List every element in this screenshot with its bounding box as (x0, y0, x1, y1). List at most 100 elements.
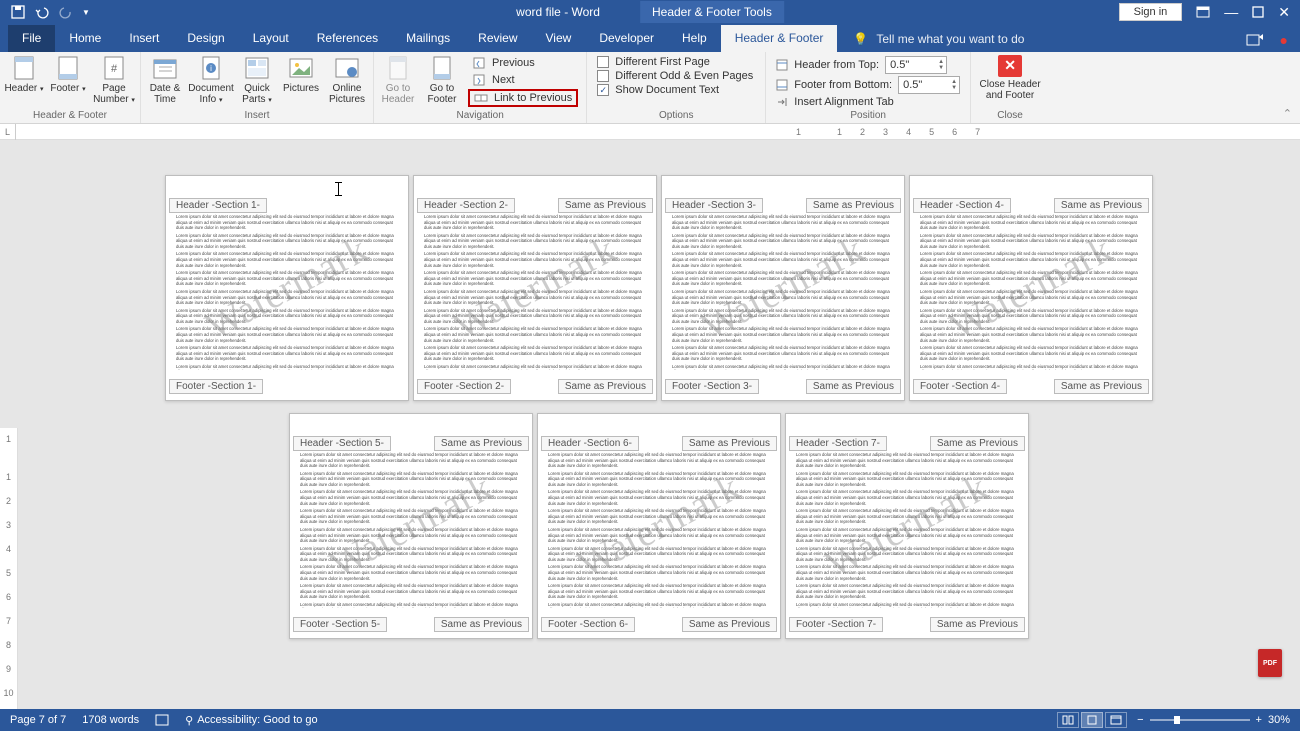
accessibility-status[interactable]: ⚲Accessibility: Good to go (185, 714, 318, 727)
online-pictures-button[interactable]: Online Pictures (323, 53, 371, 105)
header-button[interactable]: Header ▾ (2, 53, 46, 94)
goto-header-button[interactable]: Go to Header (376, 53, 420, 105)
group-insert: Date & Time iDocument Info ▾ Quick Parts… (141, 52, 374, 123)
tab-references[interactable]: References (303, 25, 392, 52)
context-tool-label: Header & Footer Tools (640, 1, 784, 23)
zoom-in-icon[interactable]: + (1256, 714, 1262, 726)
group-label: Header & Footer (2, 110, 138, 122)
document-info-button[interactable]: iDocument Info ▾ (187, 53, 235, 105)
vertical-ruler[interactable]: 112345678910 (0, 428, 18, 709)
zoom-control[interactable]: − + 30% (1137, 714, 1290, 726)
different-first-page-checkbox[interactable]: Different First Page (597, 56, 753, 68)
footer-section-tag: Footer -Section 1- (169, 379, 263, 394)
same-as-previous-tag: Same as Previous (558, 198, 653, 213)
sign-in-button[interactable]: Sign in (1119, 3, 1183, 21)
lightbulb-icon: 💡 (853, 32, 868, 46)
tab-header-footer[interactable]: Header & Footer (721, 25, 838, 52)
page-thumbnail[interactable]: Header -Section 1- Lorem ipsum dolor sit… (165, 175, 409, 401)
tab-review[interactable]: Review (464, 25, 531, 52)
word-count[interactable]: 1708 words (82, 714, 139, 726)
redo-icon[interactable] (58, 4, 74, 20)
share-icon[interactable] (1246, 32, 1264, 48)
tab-selector[interactable]: L (0, 124, 16, 140)
tell-me-search[interactable]: 💡 Tell me what you want to do (853, 32, 1024, 52)
save-icon[interactable] (10, 4, 26, 20)
show-document-text-checkbox[interactable]: ✓Show Document Text (597, 84, 753, 96)
tab-insert[interactable]: Insert (115, 25, 173, 52)
tab-file[interactable]: File (8, 25, 55, 52)
ruler-top-icon (776, 59, 788, 71)
footer-from-bottom-label: Footer from Bottom: (794, 79, 892, 91)
header-section-tag: Header -Section 3- (665, 198, 763, 213)
language-icon[interactable] (155, 714, 169, 726)
group-label: Position (768, 110, 968, 122)
zoom-slider[interactable] (1150, 719, 1250, 721)
quick-access-toolbar: ▼ (0, 4, 90, 20)
title-bar: ▼ word file - Word Header & Footer Tools… (0, 0, 1300, 24)
footer-button[interactable]: Footer ▾ (46, 53, 90, 94)
group-navigation: Go to Header Go to Footer Previous Next … (374, 52, 587, 123)
tab-help[interactable]: Help (668, 25, 721, 52)
spinner-icon[interactable]: ▲▼ (951, 79, 957, 91)
date-time-button[interactable]: Date & Time (143, 53, 187, 105)
web-layout-icon[interactable] (1105, 712, 1127, 728)
different-odd-even-checkbox[interactable]: Different Odd & Even Pages (597, 70, 753, 82)
document-info-icon: i (197, 55, 225, 81)
pictures-icon (287, 55, 315, 81)
horizontal-ruler[interactable]: L 11234567 (0, 124, 1300, 140)
tab-design[interactable]: Design (173, 25, 238, 52)
tab-view[interactable]: View (532, 25, 586, 52)
undo-icon[interactable] (34, 4, 50, 20)
view-buttons (1057, 712, 1127, 728)
close-icon[interactable]: ✕ (1278, 4, 1290, 21)
pictures-button[interactable]: Pictures (279, 53, 323, 94)
read-mode-icon[interactable] (1057, 712, 1079, 728)
page-thumbnail[interactable]: Header -Section 5-Same as Previous Lorem… (289, 413, 533, 639)
ribbon-display-icon[interactable] (1196, 6, 1210, 18)
pdf-badge-icon[interactable]: PDF (1258, 649, 1282, 677)
footer-strip: Footer -Section 7-Same as Previous (789, 617, 1025, 632)
header-from-top-input[interactable]: 0.5"▲▼ (885, 56, 947, 74)
header-strip: Header -Section 7-Same as Previous (789, 436, 1025, 451)
quick-parts-button[interactable]: Quick Parts ▾ (235, 53, 279, 105)
insert-alignment-tab-button[interactable]: Insert Alignment Tab (776, 96, 960, 108)
goto-footer-button[interactable]: Go to Footer (420, 53, 464, 105)
zoom-out-icon[interactable]: − (1137, 714, 1143, 726)
page-indicator[interactable]: Page 7 of 7 (10, 714, 66, 726)
link-to-previous-button[interactable]: Link to Previous (468, 89, 578, 107)
header-section-tag: Header -Section 1- (169, 198, 267, 213)
close-header-footer-button[interactable]: ✕ Close Header and Footer (973, 53, 1047, 101)
same-as-previous-tag: Same as Previous (806, 198, 901, 213)
same-as-previous-tag: Same as Previous (434, 617, 529, 632)
comments-icon[interactable]: ● (1280, 32, 1288, 48)
spinner-icon[interactable]: ▲▼ (938, 59, 944, 71)
print-layout-icon[interactable] (1081, 712, 1103, 728)
maximize-icon[interactable] (1252, 6, 1264, 18)
same-as-previous-tag: Same as Previous (930, 436, 1025, 451)
tab-layout[interactable]: Layout (239, 25, 303, 52)
goto-footer-icon (428, 55, 456, 81)
page-thumbnail[interactable]: Header -Section 7-Same as Previous Lorem… (785, 413, 1029, 639)
page-thumbnail[interactable]: Header -Section 4-Same as Previous Lorem… (909, 175, 1153, 401)
tab-mailings[interactable]: Mailings (392, 25, 464, 52)
header-section-tag: Header -Section 2- (417, 198, 515, 213)
previous-button[interactable]: Previous (468, 55, 578, 71)
page-canvas[interactable]: Header -Section 1- Lorem ipsum dolor sit… (18, 140, 1300, 709)
group-position: Header from Top:0.5"▲▼ Footer from Botto… (766, 52, 971, 123)
next-button[interactable]: Next (468, 72, 578, 88)
page-number-button[interactable]: # Page Number ▾ (90, 53, 138, 105)
tab-developer[interactable]: Developer (585, 25, 668, 52)
qat-dropdown-icon[interactable]: ▼ (82, 8, 90, 17)
page-thumbnail[interactable]: Header -Section 6-Same as Previous Lorem… (537, 413, 781, 639)
same-as-previous-tag: Same as Previous (682, 436, 777, 451)
collapse-ribbon-icon[interactable]: ⌃ (1283, 107, 1292, 120)
online-pictures-icon (333, 55, 361, 81)
tab-home[interactable]: Home (55, 25, 115, 52)
footer-from-bottom-input[interactable]: 0.5"▲▼ (898, 76, 960, 94)
ruler-numbers: 11234567 (796, 127, 980, 137)
page-thumbnail[interactable]: Header -Section 3-Same as Previous Lorem… (661, 175, 905, 401)
minimize-icon[interactable]: — (1224, 4, 1238, 20)
zoom-value[interactable]: 30% (1268, 714, 1290, 726)
page-thumbnail[interactable]: Header -Section 2-Same as Previous Lorem… (413, 175, 657, 401)
group-label: Options (589, 110, 763, 122)
